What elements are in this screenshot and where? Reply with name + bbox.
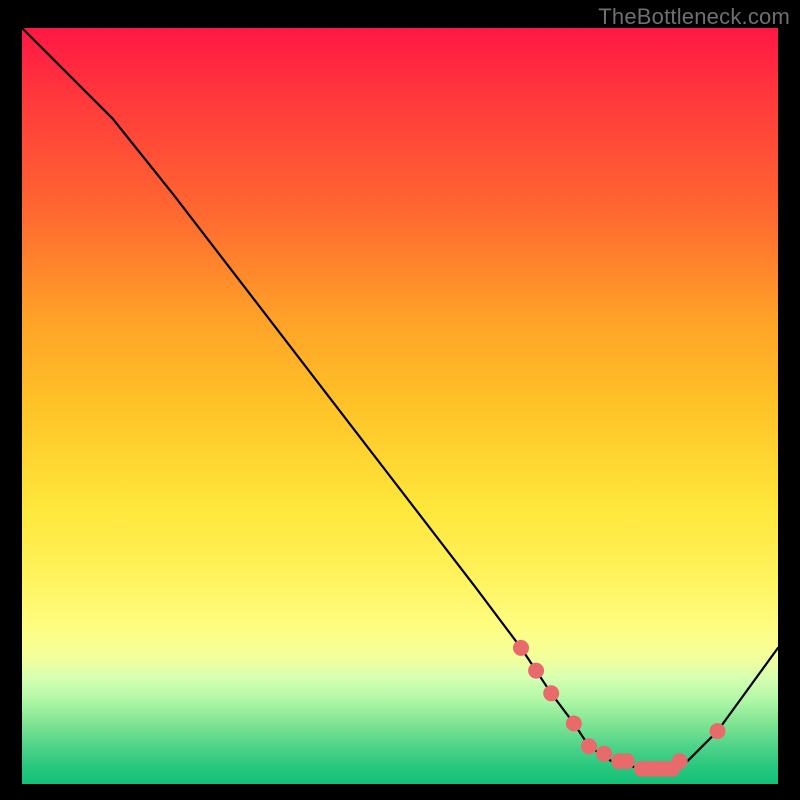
curve-marker [543,685,559,701]
curve-marker [566,716,582,732]
curve-layer [22,28,778,784]
curve-marker [619,753,635,769]
curve-marker [710,723,726,739]
curve-marker [581,738,597,754]
curve-marker [528,663,544,679]
curve-marker [596,746,612,762]
curve-marker [672,753,688,769]
gradient-plot-area [22,28,778,784]
chart-frame: TheBottleneck.com [0,0,800,800]
curve-marker [513,640,529,656]
watermark-text: TheBottleneck.com [598,4,790,30]
bottleneck-curve [22,28,778,769]
